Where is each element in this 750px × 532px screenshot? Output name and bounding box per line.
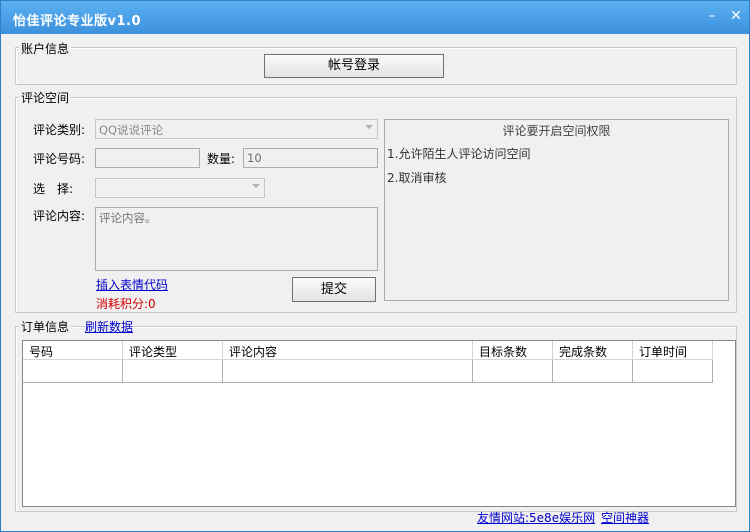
insert-emoji-link[interactable]: 插入表情代码 (96, 276, 168, 293)
table-cell (23, 360, 123, 383)
column-header-type[interactable]: 评论类型 (123, 341, 223, 360)
orders-table[interactable]: 号码 评论类型 评论内容 目标条数 完成条数 订单时间 (22, 340, 736, 507)
chevron-down-icon (252, 184, 260, 188)
column-header-content[interactable]: 评论内容 (223, 341, 473, 360)
table-cell (223, 360, 473, 383)
option-select[interactable] (95, 178, 265, 198)
friend-site-link[interactable]: 友情网站:5e8e娱乐网 (477, 509, 595, 526)
minimize-button[interactable]: – (703, 7, 721, 25)
submit-button[interactable]: 提交 (292, 277, 376, 302)
main-window: 怡佳评论专业版v1.0 – ✕ 账户信息 帐号登录 评论空间 评论类别: QQ说… (0, 0, 750, 532)
comment-number-label: 评论号码: (33, 152, 86, 166)
title-bar: 怡佳评论专业版v1.0 – ✕ (1, 1, 749, 34)
quantity-input[interactable]: 10 (243, 148, 378, 168)
column-header-completed[interactable]: 完成条数 (553, 341, 633, 360)
notice-title: 评论要开启空间权限 (502, 124, 611, 138)
comment-group-label: 评论空间 (19, 89, 72, 106)
cost-points-label: 消耗积分:0 (96, 297, 156, 311)
login-button[interactable]: 帐号登录 (264, 54, 444, 78)
comment-content-label: 评论内容: (33, 209, 86, 223)
space-tool-link[interactable]: 空间神器 (601, 509, 649, 526)
table-cell (553, 360, 633, 383)
select-label: 选 择: (33, 182, 74, 196)
notice-panel: 评论要开启空间权限 1.允许陌生人评论访问空间 2.取消审核 (384, 119, 729, 301)
comment-content-textarea[interactable]: 评论内容。 (95, 207, 378, 271)
close-button[interactable]: ✕ (727, 7, 745, 25)
comment-type-label: 评论类别: (33, 123, 86, 137)
chevron-down-icon (365, 125, 373, 129)
comment-type-select[interactable]: QQ说说评论 (95, 119, 378, 139)
notice-line-2: 2.取消审核 (387, 171, 447, 185)
table-cell (123, 360, 223, 383)
orders-table-header: 号码 评论类型 评论内容 目标条数 完成条数 订单时间 (23, 341, 713, 360)
column-header-time[interactable]: 订单时间 (633, 341, 713, 360)
window-title: 怡佳评论专业版v1.0 (13, 14, 142, 29)
notice-line-1: 1.允许陌生人评论访问空间 (387, 147, 531, 161)
table-cell (473, 360, 553, 383)
column-header-number[interactable]: 号码 (23, 341, 123, 360)
column-header-target[interactable]: 目标条数 (473, 341, 553, 360)
comment-number-input[interactable] (95, 148, 200, 168)
refresh-data-link[interactable]: 刷新数据 (85, 318, 134, 335)
orders-group-label: 订单信息 (19, 318, 72, 335)
comment-type-value: QQ说说评论 (99, 123, 164, 137)
quantity-label: 数量: (207, 152, 236, 166)
table-row[interactable] (23, 360, 713, 383)
table-cell (633, 360, 713, 383)
account-group-label: 账户信息 (19, 40, 72, 57)
